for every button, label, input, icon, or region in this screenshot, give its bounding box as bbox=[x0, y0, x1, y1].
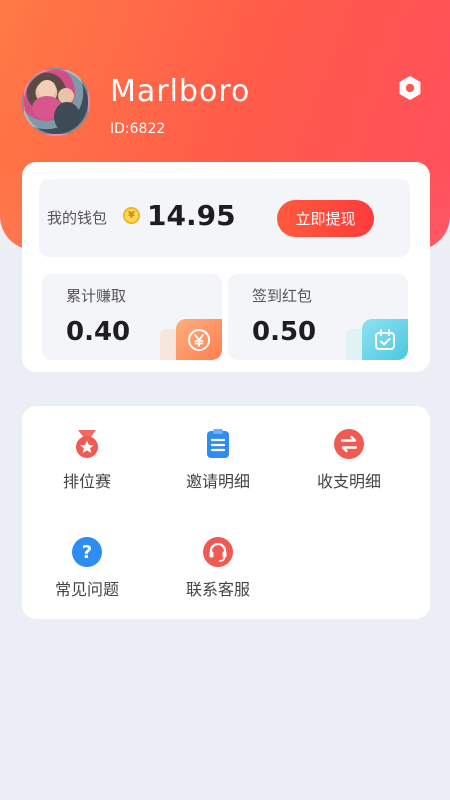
coin-icon: ¥ bbox=[123, 207, 140, 224]
menu-item-faq[interactable]: ? 常见问题 bbox=[22, 536, 152, 616]
calendar-check-icon bbox=[362, 319, 408, 360]
menu-card: 排位赛 邀请明细 收支明细 ? 常见问题 联系客服 bbox=[22, 406, 430, 619]
swap-arrows-icon bbox=[333, 428, 365, 460]
total-earned-label: 累计赚取 bbox=[66, 287, 127, 305]
menu-item-customer-service[interactable]: 联系客服 bbox=[153, 536, 283, 616]
signin-redpacket-value: 0.50 bbox=[252, 317, 317, 347]
question-icon: ? bbox=[71, 536, 103, 568]
svg-text:?: ? bbox=[82, 542, 92, 563]
menu-item-ranking[interactable]: 排位赛 bbox=[22, 428, 152, 508]
yen-icon bbox=[176, 319, 222, 360]
clipboard-list-icon bbox=[202, 428, 234, 460]
total-earned-value: 0.40 bbox=[66, 317, 131, 347]
menu-label-invite-details: 邀请明细 bbox=[185, 472, 250, 491]
stat-icon-shadow bbox=[346, 329, 362, 360]
menu-label-income-expense: 收支明细 bbox=[316, 472, 381, 491]
wallet-box: 我的钱包 ¥ 14.95 立即提现 bbox=[39, 179, 410, 257]
menu-label-faq: 常见问题 bbox=[54, 580, 119, 599]
withdraw-button[interactable]: 立即提现 bbox=[277, 200, 374, 237]
stat-icon-shadow bbox=[160, 329, 176, 360]
username: Marlboro bbox=[110, 74, 251, 109]
settings-button[interactable] bbox=[396, 74, 424, 102]
menu-label-ranking: 排位赛 bbox=[62, 472, 111, 491]
menu-label-customer-service: 联系客服 bbox=[185, 580, 250, 599]
medal-icon bbox=[71, 428, 103, 460]
headset-icon bbox=[202, 536, 234, 568]
menu-item-income-expense[interactable]: 收支明细 bbox=[284, 428, 414, 508]
wallet-card: 我的钱包 ¥ 14.95 立即提现 累计赚取 0.40 签到红包 0.50 bbox=[22, 162, 430, 372]
signin-redpacket-box[interactable]: 签到红包 0.50 bbox=[228, 274, 408, 360]
total-earned-box[interactable]: 累计赚取 0.40 bbox=[42, 274, 222, 360]
signin-redpacket-label: 签到红包 bbox=[252, 287, 313, 305]
wallet-label: 我的钱包 bbox=[47, 209, 108, 227]
settings-hexagon-icon bbox=[399, 76, 421, 100]
menu-item-invite-details[interactable]: 邀请明细 bbox=[153, 428, 283, 508]
user-id: ID:6822 bbox=[110, 121, 166, 137]
wallet-amount: 14.95 bbox=[147, 199, 236, 232]
avatar[interactable] bbox=[22, 68, 90, 136]
